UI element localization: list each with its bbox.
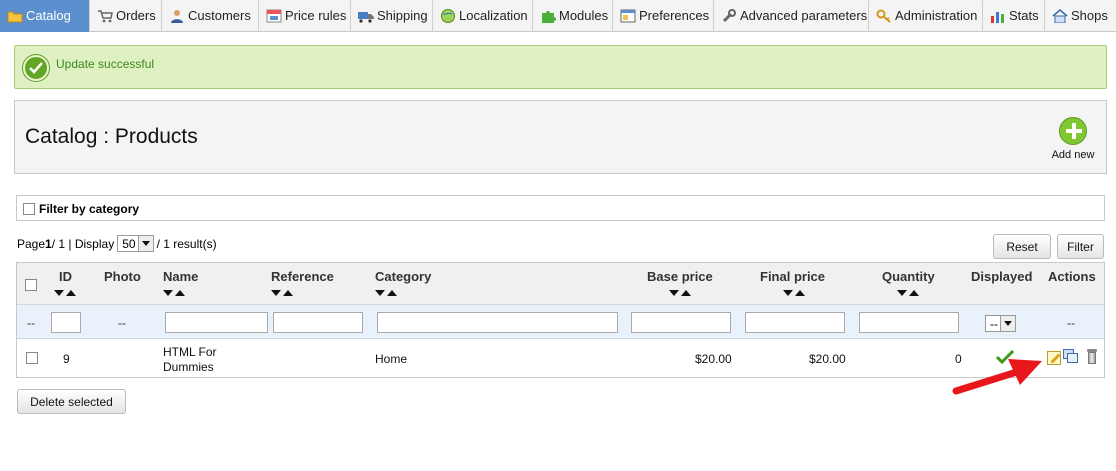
tab-shops[interactable]: Shops [1045,0,1116,32]
duplicate-icon[interactable] [1063,349,1079,363]
tab-advanced-parameters[interactable]: Advanced parameters [714,0,869,32]
tab-localization[interactable]: Localization [433,0,533,32]
filter-displayed-select[interactable]: -- [985,315,1016,332]
header-reference: Reference [271,269,334,284]
page-prefix: Page [17,236,46,251]
header-name: Name [163,269,199,284]
header-actions: Actions [1048,269,1096,284]
tab-administration[interactable]: Administration [869,0,983,32]
sort-name-arrows[interactable] [163,288,187,297]
filter-by-category-checkbox[interactable] [23,203,35,215]
page-total: / 1 | Display [51,236,115,251]
truck-icon [358,9,374,23]
filter-button[interactable]: Filter [1057,234,1104,259]
chevron-down-icon [137,236,153,251]
key-icon [876,9,892,23]
alert-message: Update successful [56,57,155,71]
header-quantity: Quantity [882,269,935,284]
header-final-price: Final price [760,269,826,284]
sort-final-price-arrows[interactable] [783,288,807,297]
per-page-select[interactable]: 50 [117,235,154,252]
sort-base-price-arrows[interactable] [669,288,693,297]
main-navigation: Catalog Orders Customers Price rules Shi… [0,0,1116,32]
reset-button[interactable]: Reset [993,234,1051,259]
folder-icon [7,9,23,23]
add-new-label: Add new [1051,149,1095,161]
filter-category-input[interactable] [377,312,618,333]
price-tag-icon [266,9,282,23]
filter-name-input[interactable] [165,312,268,333]
filter-actions-dash: -- [1067,316,1075,330]
tab-catalog[interactable]: Catalog [0,0,90,32]
red-arrow-annotation [952,359,1042,395]
tab-shipping[interactable]: Shipping [351,0,433,32]
header-displayed: Displayed [971,269,1033,284]
cell-name-line1: HTML For [163,345,217,359]
page-header: Catalog : Products Add new [14,100,1107,174]
select-all-checkbox[interactable] [25,279,37,291]
table-header: ID Photo Name Reference Category Base pr… [17,263,1104,305]
header-category: Category [375,269,432,284]
filter-reference-input[interactable] [273,312,363,333]
wrench-icon [721,9,737,23]
trash-icon[interactable] [1087,349,1097,364]
cart-icon [97,9,113,23]
header-photo: Photo [104,269,141,284]
products-table: ID Photo Name Reference Category Base pr… [16,262,1105,378]
cell-final-price: $20.00 [809,352,846,366]
sort-category-arrows[interactable] [375,288,399,297]
filter-quantity-input[interactable] [859,312,959,333]
success-alert: Update successful [14,45,1107,89]
tab-price-rules[interactable]: Price rules [259,0,351,32]
tab-preferences[interactable]: Preferences [613,0,714,32]
filter-by-category-bar: Filter by category [16,195,1105,221]
filter-row: -- -- -- -- [17,305,1104,339]
sort-quantity-arrows[interactable] [897,288,921,297]
table-row[interactable]: 9 HTML For Dummies Home $20.00 $20.00 0 [17,340,1104,377]
header-id: ID [59,269,72,284]
house-icon [1052,9,1068,24]
users-icon [169,9,185,23]
filter-final-price-input[interactable] [745,312,845,333]
filter-photo-dash: -- [118,316,126,330]
filter-base-price-input[interactable] [631,312,731,333]
sort-reference-arrows[interactable] [271,288,295,297]
filter-by-category-label: Filter by category [39,202,140,216]
chevron-down-icon [1000,316,1015,331]
page-title: Catalog : Products [25,125,198,148]
globe-icon [440,9,456,23]
filter-id-input[interactable] [51,312,81,333]
sort-id-arrows[interactable] [54,288,78,297]
header-base-price: Base price [647,269,713,284]
add-new-button[interactable]: Add new [1048,117,1098,161]
filter-dash: -- [27,316,35,330]
cell-name-line2: Dummies [163,360,214,374]
puzzle-icon [540,9,556,23]
delete-selected-button[interactable]: Delete selected [17,389,126,414]
tab-orders[interactable]: Orders [90,0,162,32]
window-icon [620,9,636,23]
tab-modules[interactable]: Modules [533,0,613,32]
row-checkbox[interactable] [26,352,38,364]
result-count: / 1 result(s) [156,236,217,251]
tab-customers[interactable]: Customers [162,0,259,32]
pagination: Page 1 / 1 | Display 50 / 1 result(s) [17,235,217,252]
plus-icon [1059,117,1087,145]
check-circle-icon [23,55,49,81]
cell-base-price: $20.00 [695,352,732,366]
tab-stats[interactable]: Stats [983,0,1045,32]
page-current: 1 [45,236,52,251]
cell-category: Home [375,352,408,366]
bar-chart-icon [990,9,1006,23]
cell-id: 9 [63,352,70,366]
